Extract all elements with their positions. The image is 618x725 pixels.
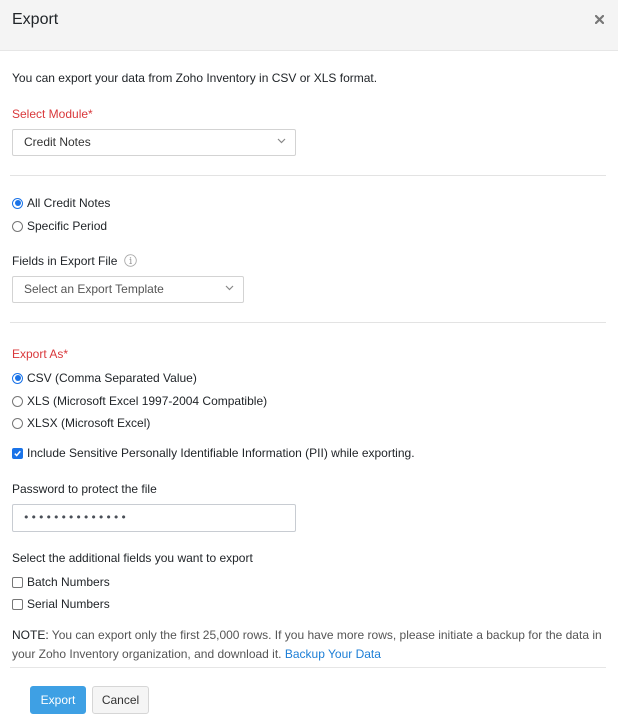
serial-numbers-row[interactable]: Serial Numbers [12,596,110,612]
select-module-label: Select Module* [12,107,93,121]
info-icon[interactable] [123,254,137,267]
note-prefix: NOTE: [12,628,49,642]
pii-checkbox[interactable] [12,447,23,459]
radio-label: XLSX (Microsoft Excel) [27,416,151,430]
radio-csv[interactable]: CSV (Comma Separated Value) [12,370,197,386]
export-template-placeholder: Select an Export Template [24,282,164,296]
module-select-value: Credit Notes [24,135,91,149]
section-divider [10,175,606,176]
batch-numbers-checkbox[interactable] [12,576,23,588]
checkmark-icon [14,450,21,457]
radio-all-credit-notes[interactable]: All Credit Notes [12,195,110,211]
radio-label: All Credit Notes [27,196,111,210]
chevron-down-icon [225,285,234,291]
export-note: NOTE: You can export only the first 25,0… [12,626,612,664]
export-template-select[interactable]: Select an Export Template [12,276,244,303]
cancel-button[interactable]: Cancel [92,686,149,714]
radio-button-checked[interactable] [12,197,23,209]
batch-numbers-row[interactable]: Batch Numbers [12,574,110,590]
export-button[interactable]: Export [30,686,86,714]
radio-label: Specific Period [27,219,108,233]
radio-label: XLS (Microsoft Excel 1997-2004 Compatibl… [27,394,268,408]
export-as-label: Export As* [12,347,69,361]
password-input[interactable]: •••••••••••••• [12,504,296,532]
checkbox-label: Serial Numbers [27,597,110,611]
footer-divider [10,667,606,668]
pii-checkbox-row[interactable]: Include Sensitive Personally Identifiabl… [12,445,415,461]
radio-button-checked[interactable] [12,372,23,384]
modal-header: Export [0,0,618,51]
additional-fields-label: Select the additional fields you want to… [12,551,253,565]
intro-text: You can export your data from Zoho Inven… [12,71,378,85]
password-label: Password to protect the file [12,482,157,496]
modal-title: Export [12,11,59,28]
fields-in-export-label: Fields in Export File [12,254,137,268]
module-select[interactable]: Credit Notes [12,129,296,156]
close-button[interactable] [592,12,606,26]
radio-button[interactable] [12,395,23,407]
radio-xlsx[interactable]: XLSX (Microsoft Excel) [12,415,150,431]
chevron-down-icon [277,138,286,144]
close-icon [594,14,604,24]
radio-button[interactable] [12,417,23,429]
section-divider [10,322,606,323]
backup-your-data-link[interactable]: Backup Your Data [285,647,381,661]
serial-numbers-checkbox[interactable] [12,598,23,610]
radio-xls[interactable]: XLS (Microsoft Excel 1997-2004 Compatibl… [12,393,267,409]
radio-button[interactable] [12,220,23,232]
fields-in-export-text: Fields in Export File [12,254,118,268]
pii-label: Include Sensitive Personally Identifiabl… [27,446,415,460]
radio-specific-period[interactable]: Specific Period [12,218,107,234]
checkbox-label: Batch Numbers [27,575,110,589]
radio-label: CSV (Comma Separated Value) [27,371,197,385]
